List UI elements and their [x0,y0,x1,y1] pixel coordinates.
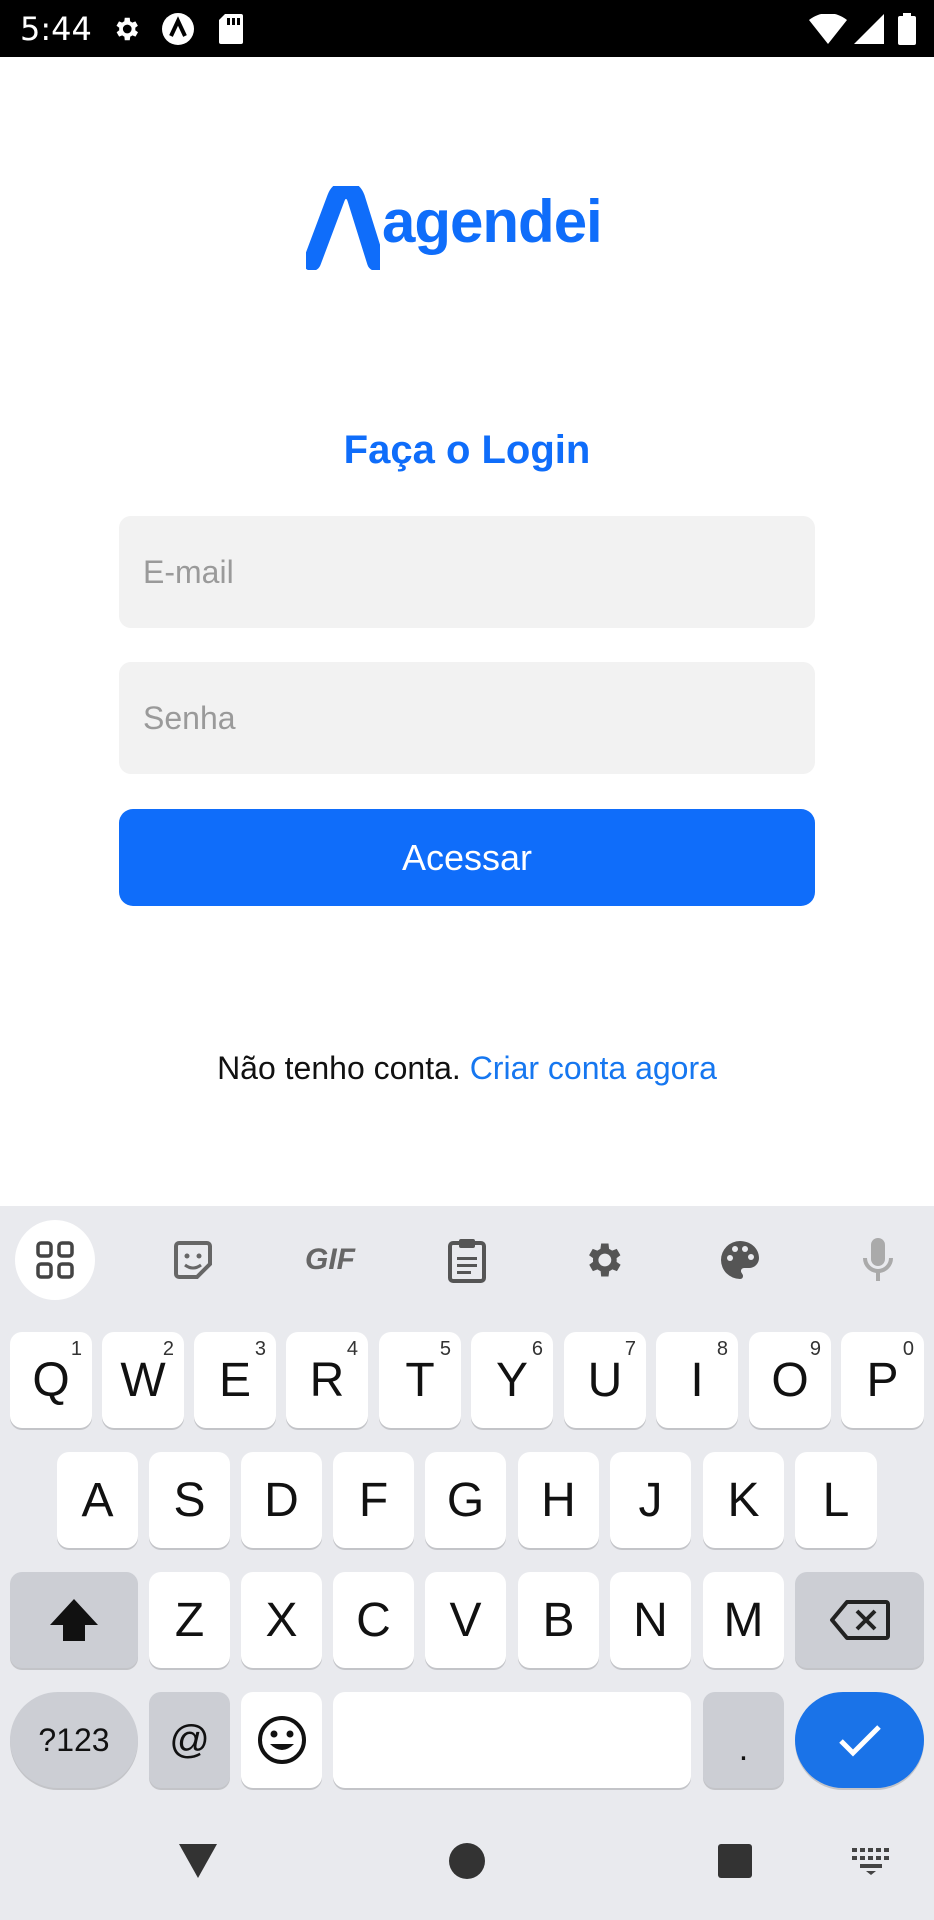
settings-icon[interactable] [563,1220,643,1300]
key-i[interactable]: I8 [656,1332,738,1428]
key-r[interactable]: R4 [286,1332,368,1428]
key-t[interactable]: T5 [379,1332,461,1428]
key-d[interactable]: D [241,1452,322,1548]
password-input[interactable] [119,662,815,774]
enter-key[interactable] [795,1692,924,1788]
wifi-icon [808,12,848,46]
brand-logo: agendei [306,186,628,270]
key-k[interactable]: K [703,1452,784,1548]
at-key[interactable]: @ [149,1692,230,1788]
brand-name: agendei [382,187,603,255]
gear-icon [110,12,142,46]
key-f[interactable]: F [333,1452,414,1548]
status-bar: 5:44 [0,0,934,57]
key-u[interactable]: U7 [564,1332,646,1428]
create-account-link[interactable]: Criar conta agora [470,1050,717,1086]
sd-card-icon [216,12,246,46]
signup-line: Não tenho conta. Criar conta agora [0,1050,934,1087]
key-h[interactable]: H [518,1452,599,1548]
space-key[interactable] [333,1692,691,1788]
battery-icon [896,12,918,46]
key-l[interactable]: L [795,1452,877,1548]
backspace-key[interactable] [795,1572,924,1668]
key-b[interactable]: B [518,1572,599,1668]
home-icon[interactable] [444,1838,490,1884]
acessar-button[interactable]: Acessar [119,809,815,906]
status-time: 5:44 [20,10,92,48]
backspace-icon [829,1600,890,1640]
key-c[interactable]: C [333,1572,414,1668]
key-w[interactable]: W2 [102,1332,184,1428]
back-icon[interactable] [175,1838,221,1884]
shift-key[interactable] [10,1572,138,1668]
gif-icon[interactable]: GIF [290,1220,370,1300]
period-key[interactable]: . [703,1692,784,1788]
signal-icon [852,12,886,46]
key-z[interactable]: Z [149,1572,230,1668]
key-p[interactable]: P0 [841,1332,924,1428]
apps-grid-icon[interactable] [15,1220,95,1300]
emoji-icon [257,1716,306,1764]
keyboard-switch-icon[interactable] [848,1838,894,1884]
check-icon [838,1725,881,1757]
key-s[interactable]: S [149,1452,230,1548]
symbols-key[interactable]: ?123 [10,1692,138,1788]
key-a[interactable]: A [57,1452,138,1548]
a-app-icon [160,12,196,46]
key-j[interactable]: J [610,1452,691,1548]
shift-icon [50,1599,98,1641]
key-n[interactable]: N [610,1572,691,1668]
key-m[interactable]: M [703,1572,784,1668]
key-y[interactable]: Y6 [471,1332,553,1428]
sticker-icon[interactable] [153,1220,233,1300]
key-q[interactable]: Q1 [10,1332,92,1428]
agendei-logo-mark-icon [306,186,380,270]
key-g[interactable]: G [425,1452,506,1548]
clipboard-icon[interactable] [427,1220,507,1300]
palette-icon[interactable] [700,1220,780,1300]
key-v[interactable]: V [425,1572,506,1668]
email-input[interactable] [119,516,815,628]
key-x[interactable]: X [241,1572,322,1668]
recents-icon[interactable] [712,1838,758,1884]
gif-label: GIF [305,1243,355,1276]
key-o[interactable]: O9 [749,1332,831,1428]
mic-icon[interactable] [838,1220,918,1300]
emoji-key[interactable] [241,1692,322,1788]
key-e[interactable]: E3 [194,1332,276,1428]
no-account-text: Não tenho conta. [217,1050,461,1086]
login-title: Faça o Login [343,428,591,472]
